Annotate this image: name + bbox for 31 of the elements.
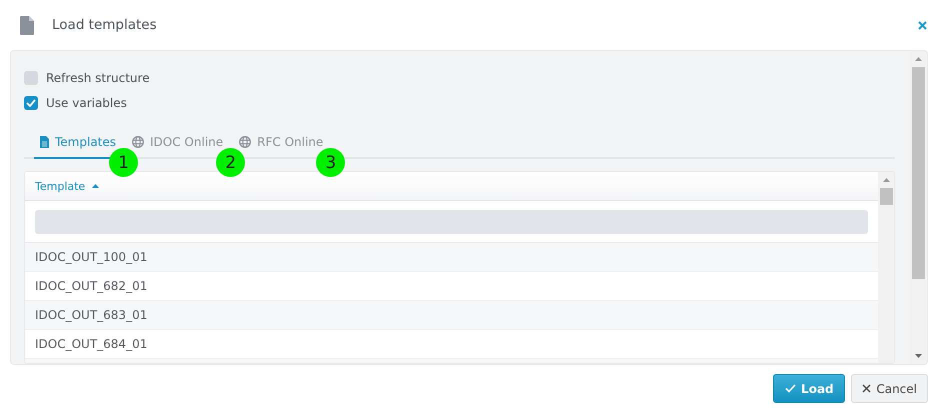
scroll-up-icon[interactable] [882, 178, 890, 182]
callout-marker: 1 [109, 148, 138, 177]
callout-marker: 3 [316, 148, 346, 177]
table-cell: IDOC_OUT_684_01 [35, 337, 148, 351]
close-icon[interactable] [918, 20, 927, 30]
scroll-up-icon[interactable] [914, 57, 922, 61]
dialog-title: Load templates [52, 17, 158, 33]
scrollbar-thumb[interactable] [880, 188, 892, 205]
globe-icon [239, 136, 252, 148]
cancel-button[interactable]: Cancel [851, 374, 928, 403]
scrollbar[interactable] [910, 51, 926, 364]
document-icon [40, 136, 49, 148]
checkbox[interactable] [24, 70, 38, 84]
table-cell: IDOC_OUT_683_01 [35, 308, 148, 322]
checkbox-label: Use variables [46, 96, 127, 110]
load-button[interactable]: Load [773, 374, 846, 403]
checkbox-label: Refresh structure [46, 70, 150, 84]
checkbox[interactable] [24, 96, 38, 110]
scrollbar[interactable] [878, 172, 894, 363]
table-cell: IDOC_OUT_100_01 [35, 250, 148, 264]
close-icon [862, 384, 872, 393]
globe-icon [132, 136, 144, 148]
scroll-down-icon[interactable] [914, 354, 922, 358]
filter-field[interactable] [35, 210, 868, 234]
callout-marker: 2 [216, 148, 246, 177]
table-cell: IDOC_OUT_682_01 [35, 279, 148, 293]
scrollbar-thumb[interactable] [912, 67, 924, 279]
document-icon [20, 16, 34, 34]
column-header[interactable]: Template [35, 180, 100, 192]
check-icon [785, 384, 796, 393]
sort-up-icon [92, 184, 100, 188]
